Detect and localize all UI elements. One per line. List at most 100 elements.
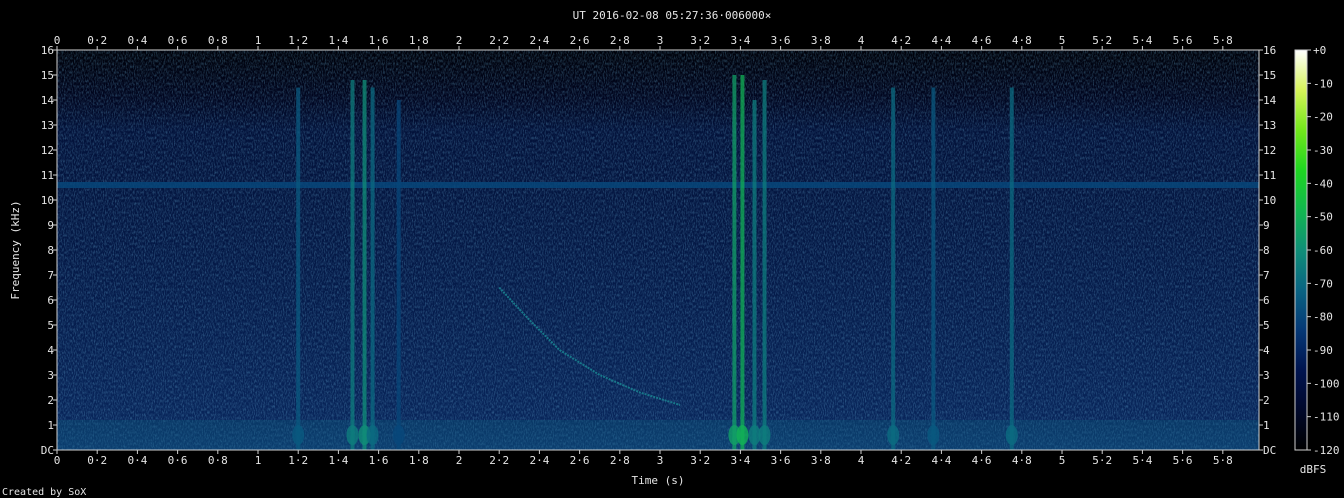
x-tick-label-bottom: 2 [456, 454, 463, 467]
y-tick-label-right: 13 [1263, 119, 1276, 132]
y-tick-label-right: 4 [1263, 344, 1270, 357]
colorbar-tick-label: -30 [1313, 144, 1333, 157]
y-tick-label-right: 12 [1263, 144, 1276, 157]
x-tick-label-top: 3·6 [771, 34, 791, 47]
x-tick-label-top: 5 [1059, 34, 1066, 47]
y-tick-label-right: 14 [1263, 94, 1277, 107]
x-tick-label-top: 4·8 [1012, 34, 1032, 47]
colorbar-tick-label: -80 [1313, 311, 1333, 324]
x-tick-label-bottom: 1 [255, 454, 262, 467]
x-tick-label-bottom: 5·4 [1132, 454, 1152, 467]
x-tick-label-bottom: 3·4 [730, 454, 750, 467]
x-tick-label-bottom: 0·4 [127, 454, 147, 467]
colorbar-tick-label: -20 [1313, 111, 1333, 124]
x-tick-label-bottom: 5 [1059, 454, 1066, 467]
spectrogram-chart: UT 2016-02-08 05:27:36·006000× 0 0 0·2 0·2 0… [2, 9, 1340, 498]
x-tick-label-bottom: 3·8 [811, 454, 831, 467]
event-low-burst [887, 425, 900, 445]
y-tick-label-left: 7 [47, 269, 54, 282]
x-tick-label-top: 0·8 [208, 34, 228, 47]
event-low-burst [346, 425, 359, 445]
x-tick-label-top: 1·4 [328, 34, 348, 47]
broadband-event [732, 75, 737, 450]
event-low-burst [758, 425, 771, 445]
broadband-event [370, 87, 375, 450]
x-tick-label-top: 0·4 [127, 34, 147, 47]
x-tick-label-top: 4·6 [972, 34, 992, 47]
colorbar-label: dBFS [1300, 463, 1327, 476]
x-tick-label-top: 2·8 [610, 34, 630, 47]
broadband-event [752, 100, 757, 450]
y-tick-label-right: 6 [1263, 294, 1270, 307]
x-tick-label-top: 2·2 [489, 34, 509, 47]
event-low-burst [292, 425, 305, 445]
low-frequency-band [57, 420, 1259, 450]
y-tick-label-right: 16 [1263, 44, 1276, 57]
colorbar-tick-label: -70 [1313, 277, 1333, 290]
x-tick-label-top: 3 [657, 34, 664, 47]
x-tick-label-top: 5·4 [1132, 34, 1152, 47]
colorbar-tick-label: -50 [1313, 211, 1333, 224]
x-tick-label-bottom: 3 [657, 454, 664, 467]
x-tick-label-top: 0 [54, 34, 61, 47]
y-tick-label-right: 7 [1263, 269, 1270, 282]
x-tick-label-top: 2·6 [570, 34, 590, 47]
x-tick-label-bottom: 0·2 [87, 454, 107, 467]
y-tick-label-left: DC [41, 444, 54, 457]
y-tick-label-left: 15 [41, 69, 54, 82]
hum-line [57, 182, 1259, 188]
colorbar-tick-label: -60 [1313, 244, 1333, 257]
colorbar-tick-label: -120 [1313, 444, 1340, 457]
colorbar [1295, 50, 1307, 450]
y-tick-label-right: 9 [1263, 219, 1270, 232]
x-tick-label-bottom: 5·2 [1092, 454, 1112, 467]
x-tick-label-bottom: 3·2 [690, 454, 710, 467]
y-tick-label-right: 3 [1263, 369, 1270, 382]
broadband-event [362, 80, 367, 450]
x-tick-label-bottom: 4·8 [1012, 454, 1032, 467]
x-tick-label-top: 0·6 [168, 34, 188, 47]
y-tick-label-left: 3 [47, 369, 54, 382]
colorbar-tick-label: -10 [1313, 77, 1333, 90]
y-tick-label-left: 16 [41, 44, 54, 57]
y-tick-label-left: 12 [41, 144, 54, 157]
colorbar-tick-label: +0 [1313, 44, 1326, 57]
colorbar-tick-label: -90 [1313, 344, 1333, 357]
y-tick-label-right: 1 [1263, 419, 1270, 432]
event-low-burst [366, 425, 379, 445]
x-tick-label-top: 5·6 [1173, 34, 1193, 47]
x-tick-label-bottom: 4·4 [931, 454, 951, 467]
broadband-event [931, 87, 936, 450]
y-tick-label-left: 5 [47, 319, 54, 332]
y-tick-label-right: 8 [1263, 244, 1270, 257]
y-tick-label-left: 1 [47, 419, 54, 432]
x-tick-label-bottom: 0 [54, 454, 61, 467]
x-tick-label-bottom: 0·8 [208, 454, 228, 467]
x-tick-label-bottom: 1·2 [288, 454, 308, 467]
x-tick-label-bottom: 2·6 [570, 454, 590, 467]
y-tick-label-right: DC [1263, 444, 1276, 457]
x-tick-label-bottom: 5·6 [1173, 454, 1193, 467]
y-tick-label-left: 8 [47, 244, 54, 257]
y-tick-label-right: 2 [1263, 394, 1270, 407]
x-tick-label-top: 3·4 [730, 34, 750, 47]
y-tick-label-right: 10 [1263, 194, 1276, 207]
x-tick-label-top: 2·4 [529, 34, 549, 47]
x-tick-label-top: 3·2 [690, 34, 710, 47]
y-axis-label: Frequency (kHz) [9, 200, 22, 299]
x-tick-label-bottom: 5·8 [1213, 454, 1233, 467]
x-axis-label: Time (s) [632, 474, 685, 487]
x-tick-label-top: 4·4 [931, 34, 951, 47]
colorbar-tick-label: -40 [1313, 177, 1333, 190]
x-tick-label-bottom: 2·2 [489, 454, 509, 467]
plot-area [57, 50, 1259, 450]
x-tick-label-top: 5·8 [1213, 34, 1233, 47]
event-low-burst [392, 425, 405, 445]
broadband-event [396, 100, 401, 450]
y-tick-label-left: 4 [47, 344, 54, 357]
event-low-burst [927, 425, 940, 445]
x-tick-label-bottom: 2·4 [529, 454, 549, 467]
colorbar-tick-label: -100 [1313, 377, 1340, 390]
event-low-burst [736, 425, 749, 445]
x-tick-label-top: 1·2 [288, 34, 308, 47]
